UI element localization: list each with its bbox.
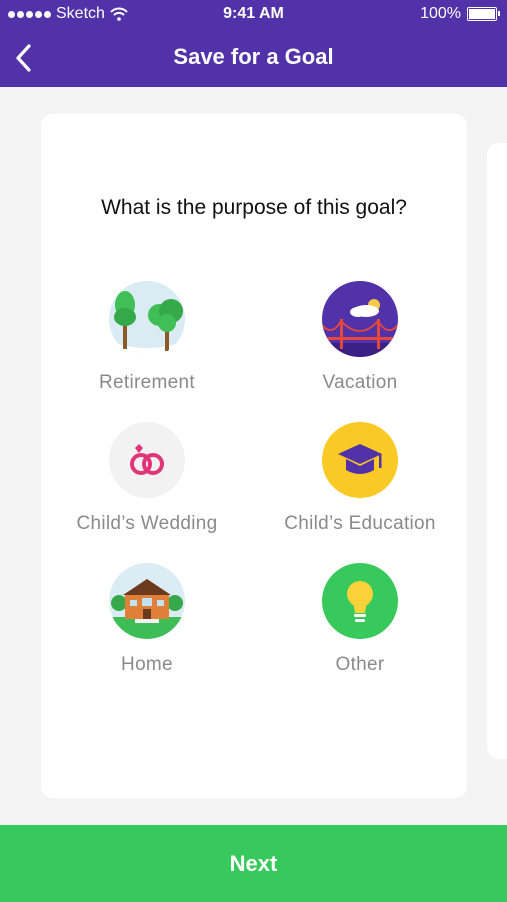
nav-bar: Save for a Goal bbox=[0, 30, 507, 87]
bridge-icon bbox=[322, 281, 398, 357]
goal-label-childs-education: Child’s Education bbox=[284, 513, 436, 534]
next-card-peek bbox=[487, 143, 507, 759]
status-bar: Sketch 9:41 AM 100% bbox=[0, 0, 507, 30]
goal-label-childs-wedding: Child’s Wedding bbox=[76, 513, 218, 534]
trees-icon bbox=[109, 281, 185, 357]
goal-label-other: Other bbox=[335, 654, 385, 675]
lightbulb-icon bbox=[322, 563, 398, 639]
goal-label-vacation: Vacation bbox=[322, 372, 398, 393]
goal-option-childs-education[interactable]: Child’s Education bbox=[270, 422, 450, 535]
goal-label-retirement: Retirement bbox=[99, 372, 195, 393]
goal-option-home[interactable]: Home bbox=[57, 563, 237, 676]
rings-icon bbox=[109, 422, 185, 498]
goal-label-home: Home bbox=[121, 654, 173, 675]
question-text: What is the purpose of this goal? bbox=[101, 196, 407, 219]
goal-option-vacation[interactable]: Vacation bbox=[270, 281, 450, 394]
house-icon bbox=[109, 563, 185, 639]
graduation-cap-icon bbox=[322, 422, 398, 498]
next-button[interactable]: Next bbox=[0, 825, 507, 902]
goal-option-childs-wedding[interactable]: Child’s Wedding bbox=[57, 422, 237, 535]
goal-option-other[interactable]: Other bbox=[270, 563, 450, 676]
battery-icon bbox=[467, 7, 500, 21]
page-title: Save for a Goal bbox=[173, 44, 334, 69]
goal-option-retirement[interactable]: Retirement bbox=[57, 281, 237, 394]
battery-percent: 100% bbox=[420, 5, 461, 22]
battery-info: 100% bbox=[420, 5, 500, 23]
